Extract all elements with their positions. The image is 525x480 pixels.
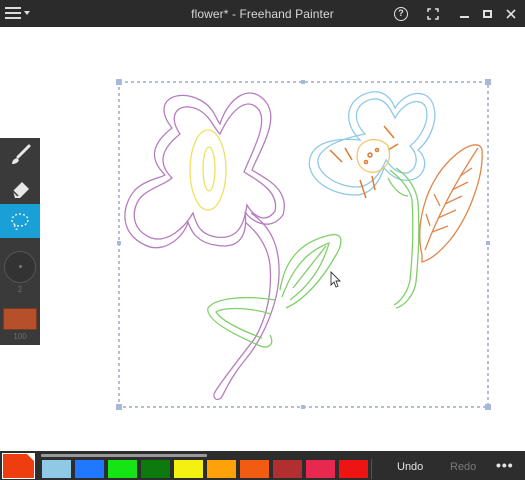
fullscreen-icon bbox=[427, 7, 439, 20]
maximize-icon bbox=[482, 9, 492, 18]
selected-color-swatch[interactable] bbox=[2, 453, 35, 479]
drawing-canvas[interactable] bbox=[0, 27, 525, 451]
yellow-flower-center bbox=[189, 129, 227, 211]
help-icon: ? bbox=[394, 6, 408, 21]
brush-size-value: 2 bbox=[17, 284, 23, 294]
selection-handle[interactable] bbox=[117, 241, 121, 245]
purple-flower bbox=[124, 92, 285, 401]
eraser-tool-button[interactable] bbox=[0, 172, 40, 204]
blue-flower-stem bbox=[387, 167, 420, 309]
orange-leaf bbox=[419, 144, 483, 263]
selection-box[interactable] bbox=[116, 79, 491, 410]
lasso-select-icon bbox=[11, 213, 29, 230]
palette-color-swatch[interactable] bbox=[42, 460, 71, 478]
redo-button[interactable]: Redo bbox=[450, 461, 476, 473]
blue-flower-center bbox=[356, 139, 391, 173]
selection-handle[interactable] bbox=[485, 79, 491, 85]
selection-handle[interactable] bbox=[486, 241, 490, 245]
maximize-button[interactable] bbox=[476, 4, 498, 23]
selection-handle[interactable] bbox=[116, 404, 122, 410]
palette-color-swatch[interactable] bbox=[141, 460, 170, 478]
color-palette-bar: Undo Redo ••• bbox=[0, 451, 525, 480]
more-options-button[interactable]: ••• bbox=[496, 457, 514, 473]
lasso-select-tool-button[interactable] bbox=[0, 204, 40, 238]
green-leaves bbox=[207, 233, 342, 348]
help-button[interactable]: ? bbox=[390, 4, 412, 23]
current-color-swatch bbox=[3, 307, 37, 330]
palette-color-swatch[interactable] bbox=[207, 460, 236, 478]
palette-color-swatch[interactable] bbox=[273, 460, 302, 478]
paintbrush-icon bbox=[12, 144, 31, 164]
arrow-cursor-icon bbox=[330, 270, 342, 288]
palette-color-swatch[interactable] bbox=[108, 460, 137, 478]
title-bar: flower* - Freehand Painter ? bbox=[0, 0, 525, 27]
selection-handle[interactable] bbox=[485, 404, 491, 410]
minimize-icon bbox=[459, 15, 469, 18]
fullscreen-button[interactable] bbox=[422, 4, 444, 23]
app-window: flower* - Freehand Painter ? 2 100 Undo … bbox=[0, 0, 525, 480]
palette-color-swatch[interactable] bbox=[240, 460, 269, 478]
close-button[interactable] bbox=[500, 4, 522, 23]
brush-size-preview bbox=[4, 250, 36, 283]
minimize-button[interactable] bbox=[453, 4, 475, 23]
close-icon bbox=[506, 8, 516, 19]
drawing-surface bbox=[116, 79, 491, 410]
palette-divider bbox=[371, 459, 372, 479]
tool-panel: 2 100 bbox=[0, 138, 40, 345]
palette-color-swatch[interactable] bbox=[306, 460, 335, 478]
palette-color-swatch[interactable] bbox=[339, 460, 368, 478]
window-title: flower* - Freehand Painter bbox=[191, 7, 334, 21]
eraser-icon bbox=[12, 182, 29, 198]
brush-size-control[interactable]: 2 bbox=[0, 246, 40, 298]
selection-handle[interactable] bbox=[116, 79, 122, 85]
palette-color-swatch[interactable] bbox=[174, 460, 203, 478]
selection-handle[interactable] bbox=[301, 405, 305, 409]
undo-button[interactable]: Undo bbox=[397, 461, 423, 473]
palette-color-swatch[interactable] bbox=[75, 460, 104, 478]
opacity-value: 100 bbox=[13, 331, 27, 341]
selection-handle[interactable] bbox=[301, 80, 305, 84]
palette-scrollbar[interactable] bbox=[41, 454, 207, 457]
brush-tool-button[interactable] bbox=[0, 138, 40, 172]
current-color-control[interactable]: 100 bbox=[0, 304, 40, 344]
